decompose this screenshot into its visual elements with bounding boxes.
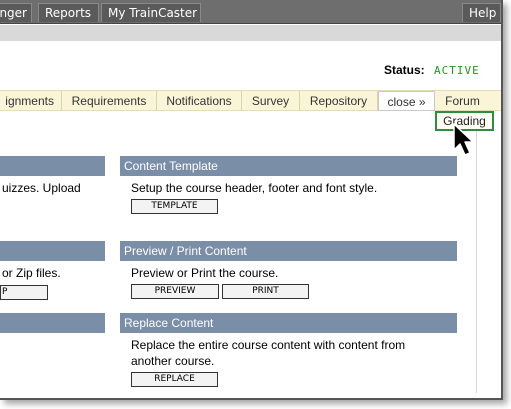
replace-content-description-line1: Replace the entire course content with c…: [131, 338, 406, 352]
tab-close-more[interactable]: close »: [378, 91, 435, 111]
replace-content-description-line2: another course.: [131, 354, 215, 368]
preview-print-header: Preview / Print Content: [120, 241, 457, 261]
preview-print-description: Preview or Print the course.: [131, 266, 279, 280]
print-button[interactable]: PRINT: [222, 284, 309, 299]
tab-survey[interactable]: Survey: [242, 91, 300, 111]
left-section-text-1: uizzes. Upload: [2, 181, 81, 195]
tab-notifications[interactable]: Notifications: [157, 91, 242, 111]
status-badge: ACTIVE: [434, 64, 480, 77]
nav-item-my-traincaster[interactable]: My TrainCaster: [101, 3, 201, 22]
left-section-header-2: [0, 241, 105, 261]
course-tab-strip: ignments Requirements Notifications Surv…: [0, 90, 501, 111]
tab-assignments[interactable]: ignments: [0, 91, 62, 111]
content-template-description: Setup the course header, footer and font…: [131, 181, 378, 195]
mouse-cursor-icon: [453, 123, 474, 156]
app-window: nger Reports My TrainCaster Help Status:…: [0, 0, 503, 400]
nav-item-reports[interactable]: Reports: [38, 3, 99, 22]
template-button[interactable]: TEMPLATE: [131, 199, 218, 214]
nav-item-manager[interactable]: nger: [0, 3, 32, 22]
header-band: [0, 25, 501, 41]
left-section-header-1: [0, 156, 105, 176]
status-label: Status:: [384, 63, 425, 77]
left-section-text-2: or Zip files.: [2, 266, 61, 280]
content-template-header: Content Template: [120, 156, 457, 176]
preview-button[interactable]: PREVIEW: [131, 284, 219, 299]
nav-item-help[interactable]: Help: [462, 3, 501, 22]
column-divider: [476, 131, 477, 393]
top-nav-bar: nger Reports My TrainCaster Help: [0, 0, 501, 24]
left-upload-button[interactable]: P: [0, 285, 48, 300]
tab-requirements[interactable]: Requirements: [62, 91, 157, 111]
tab-repository[interactable]: Repository: [300, 91, 378, 111]
tab-forum[interactable]: Forum: [435, 91, 490, 111]
replace-button[interactable]: REPLACE: [131, 372, 218, 387]
left-section-header-3: [0, 313, 105, 333]
replace-content-header: Replace Content: [120, 313, 457, 333]
